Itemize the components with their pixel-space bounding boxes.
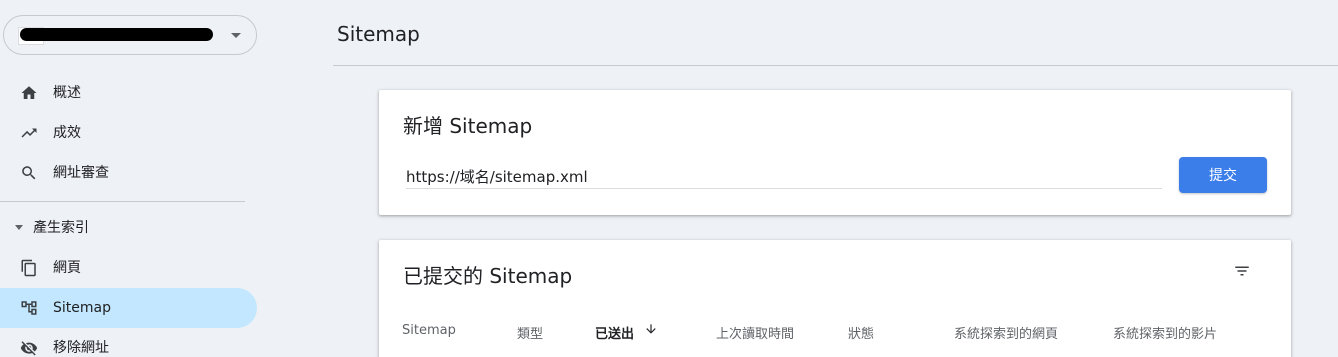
add-sitemap-card: 新增 Sitemap 提交 (379, 90, 1291, 215)
sidebar-item-label: Sitemap (53, 300, 111, 316)
sidebar-item-label: 移除網址 (53, 340, 109, 356)
add-sitemap-title: 新增 Sitemap (403, 114, 533, 138)
sidebar-section-indexing[interactable]: 產生索引 (0, 216, 250, 240)
column-header-discovered-pages[interactable]: 系統探索到的網頁 (954, 323, 1058, 342)
section-label: 產生索引 (33, 220, 89, 236)
submit-button[interactable]: 提交 (1179, 157, 1267, 193)
redacted-property-name (20, 28, 213, 41)
sitemap-icon (21, 301, 37, 315)
sidebar-item-label: 網頁 (53, 260, 81, 276)
pages-icon (21, 259, 36, 277)
sidebar-item-label: 概述 (53, 85, 81, 101)
caret-down-icon (15, 225, 23, 230)
search-icon (22, 166, 36, 180)
page-title: Sitemap (337, 22, 420, 46)
arrow-down-icon[interactable] (644, 321, 658, 337)
sidebar: 概述 成效 網址審查 產生索引 網頁 Sitemap 移除網址 (0, 0, 262, 357)
filter-icon[interactable] (1232, 262, 1252, 280)
sidebar-item-overview[interactable]: 概述 (0, 73, 257, 113)
submitted-sitemaps-title: 已提交的 Sitemap (403, 264, 573, 288)
trending-up-icon (21, 128, 37, 138)
column-header-discovered-videos[interactable]: 系統探索到的影片 (1113, 323, 1217, 342)
sidebar-divider (0, 201, 245, 202)
sidebar-item-label: 成效 (53, 125, 81, 141)
column-header-last-read[interactable]: 上次讀取時間 (716, 323, 794, 342)
column-header-status[interactable]: 狀態 (848, 323, 874, 342)
visibility-off-icon (20, 341, 38, 356)
column-header-type[interactable]: 類型 (517, 323, 543, 342)
sidebar-item-sitemap[interactable]: Sitemap (0, 288, 257, 328)
chevron-down-icon (231, 33, 241, 38)
sidebar-item-pages[interactable]: 網頁 (0, 248, 257, 288)
property-selector[interactable] (3, 15, 257, 55)
sitemap-url-input[interactable] (406, 165, 1162, 189)
column-header-submitted[interactable]: 已送出 (595, 323, 634, 342)
sidebar-item-label: 網址審查 (53, 165, 109, 181)
sidebar-item-removals[interactable]: 移除網址 (0, 328, 257, 357)
home-icon (21, 86, 37, 99)
sidebar-item-url-inspection[interactable]: 網址審查 (0, 153, 257, 193)
header-divider (333, 65, 1338, 66)
sidebar-item-performance[interactable]: 成效 (0, 113, 257, 153)
submitted-sitemaps-card: 已提交的 Sitemap Sitemap 類型 已送出 上次讀取時間 狀態 系統… (379, 240, 1291, 357)
column-header-sitemap[interactable]: Sitemap (402, 323, 456, 338)
